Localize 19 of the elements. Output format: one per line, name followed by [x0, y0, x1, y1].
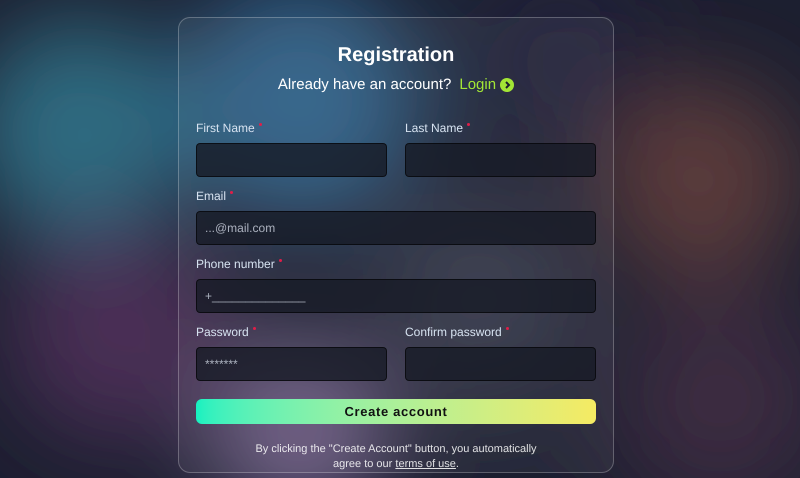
terms-notice: By clicking the "Create Account" button, you automatically agree to our terms of use.: [254, 442, 538, 472]
create-account-button[interactable]: Create account: [196, 398, 596, 424]
terms-link[interactable]: terms of use: [395, 458, 456, 470]
input-field[interactable]: [405, 346, 596, 380]
input-field[interactable]: [196, 142, 387, 176]
chevron-right-icon: [500, 78, 514, 92]
input-field[interactable]: [405, 142, 596, 176]
form-title: Registration: [338, 43, 454, 68]
field-label: Email: [196, 188, 226, 204]
login-link[interactable]: Login: [459, 74, 514, 96]
input-field[interactable]: +______________: [196, 278, 596, 312]
field-label: Confirm password: [405, 324, 502, 340]
field-label: Password: [196, 324, 249, 340]
field-label: First Name: [196, 120, 255, 136]
field-label: Phone number: [196, 256, 275, 272]
login-prompt: Already have an account?: [278, 75, 452, 95]
field-label: Last Name: [405, 120, 464, 136]
input-field[interactable]: *******: [196, 346, 387, 380]
input-field[interactable]: ...@mail.com: [196, 210, 596, 244]
